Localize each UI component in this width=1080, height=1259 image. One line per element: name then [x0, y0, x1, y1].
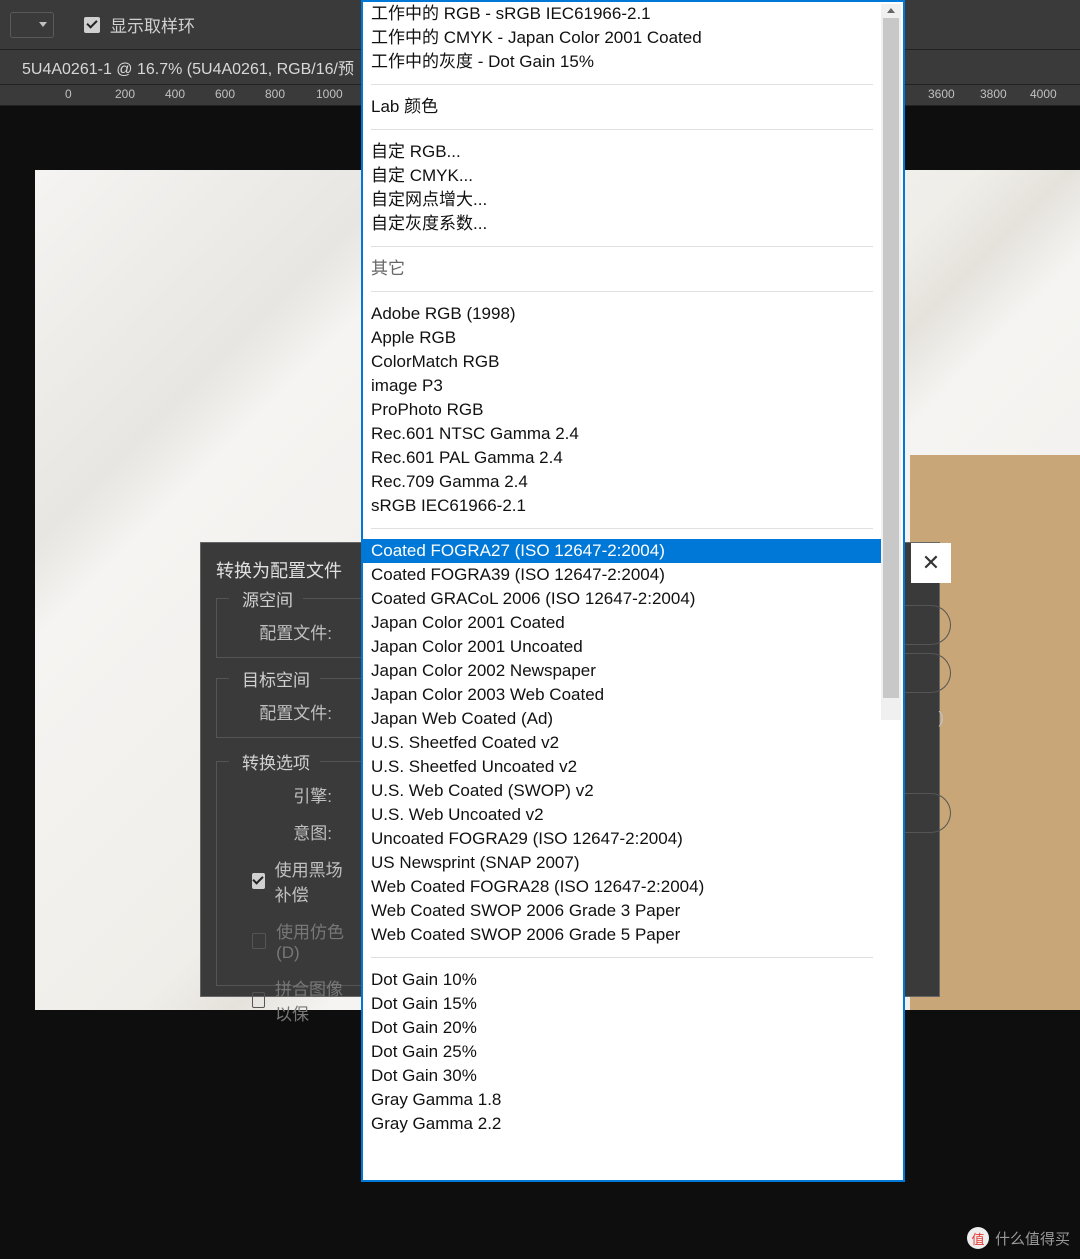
dropdown-item[interactable]: Japan Color 2001 Uncoated — [363, 635, 881, 659]
watermark-icon: 值 — [967, 1227, 989, 1249]
dropdown-item[interactable]: Rec.601 NTSC Gamma 2.4 — [363, 422, 881, 446]
dropdown-item[interactable]: US Newsprint (SNAP 2007) — [363, 851, 881, 875]
flatten-checkbox — [252, 992, 265, 1008]
close-icon: ✕ — [922, 550, 940, 576]
dropdown-item[interactable]: Uncoated FOGRA29 (ISO 12647-2:2004) — [363, 827, 881, 851]
dropdown-item[interactable]: 自定灰度系数... — [363, 212, 881, 236]
dropdown-item[interactable]: U.S. Sheetfed Coated v2 — [363, 731, 881, 755]
dialog-button-3[interactable] — [901, 793, 951, 833]
dropdown-item[interactable]: Japan Color 2001 Coated — [363, 611, 881, 635]
dropdown-item[interactable]: Dot Gain 20% — [363, 1016, 881, 1040]
dialog-button-2[interactable] — [901, 653, 951, 693]
dropdown-item[interactable]: Rec.601 PAL Gamma 2.4 — [363, 446, 881, 470]
dropdown-item[interactable]: Japan Color 2002 Newspaper — [363, 659, 881, 683]
dropdown-item[interactable]: Adobe RGB (1998) — [363, 302, 881, 326]
dropdown-item[interactable]: Gray Gamma 2.2 — [363, 1112, 881, 1136]
dropdown-item[interactable]: Japan Color 2003 Web Coated — [363, 683, 881, 707]
dialog-button-1[interactable] — [901, 605, 951, 645]
dropdown-item[interactable]: Coated FOGRA39 (ISO 12647-2:2004) — [363, 563, 881, 587]
dropdown-item[interactable]: 自定 RGB... — [363, 140, 881, 164]
dither-checkbox — [252, 933, 266, 949]
ruler-tick: 800 — [265, 87, 285, 101]
blackpoint-checkbox[interactable] — [252, 873, 265, 889]
engine-label: 引擎: — [237, 782, 332, 807]
dropdown-item[interactable]: U.S. Web Coated (SWOP) v2 — [363, 779, 881, 803]
ruler-tick: 4000 — [1030, 87, 1057, 101]
engine-suffix: ) — [938, 708, 944, 728]
show-sample-ring-checkbox[interactable] — [84, 17, 100, 33]
dropdown-separator — [371, 84, 873, 85]
dropdown-item[interactable]: sRGB IEC61966-2.1 — [363, 494, 881, 518]
ruler-tick: 200 — [115, 87, 135, 101]
dropdown-item[interactable]: Dot Gain 10% — [363, 968, 881, 992]
dropdown-item[interactable]: Web Coated SWOP 2006 Grade 3 Paper — [363, 899, 881, 923]
dropdown-separator — [371, 129, 873, 130]
dropdown-item[interactable]: Web Coated FOGRA28 (ISO 12647-2:2004) — [363, 875, 881, 899]
flatten-label: 拼合图像以保 — [275, 975, 355, 1025]
scrollbar-thumb[interactable] — [883, 18, 899, 698]
dropdown-separator — [371, 291, 873, 292]
dropdown-item[interactable]: ColorMatch RGB — [363, 350, 881, 374]
ruler-tick: 400 — [165, 87, 185, 101]
profile-dropdown[interactable]: 工作中的 RGB - sRGB IEC61966-2.1工作中的 CMYK - … — [361, 0, 905, 1182]
dropdown-item[interactable]: Web Coated SWOP 2006 Grade 5 Paper — [363, 923, 881, 947]
dropdown-item[interactable]: Coated GRACoL 2006 (ISO 12647-2:2004) — [363, 587, 881, 611]
source-space-label: 源空间 — [232, 586, 303, 611]
dropdown-separator — [371, 528, 873, 529]
dropdown-separator — [371, 246, 873, 247]
dropdown-item[interactable]: U.S. Web Uncoated v2 — [363, 803, 881, 827]
dropdown-item[interactable]: ProPhoto RGB — [363, 398, 881, 422]
ruler-tick: 600 — [215, 87, 235, 101]
dropdown-item[interactable]: 工作中的 CMYK - Japan Color 2001 Coated — [363, 26, 881, 50]
ruler-tick: 3800 — [980, 87, 1007, 101]
dropdown-item[interactable]: Japan Web Coated (Ad) — [363, 707, 881, 731]
dropdown-item[interactable]: Dot Gain 15% — [363, 992, 881, 1016]
dropdown-item[interactable]: Dot Gain 25% — [363, 1040, 881, 1064]
target-space-label: 目标空间 — [232, 666, 320, 691]
show-sample-ring-label: 显示取样环 — [110, 12, 195, 37]
dropdown-item[interactable]: Lab 颜色 — [363, 95, 881, 119]
toolbar-dropdown[interactable] — [10, 12, 54, 38]
close-button[interactable]: ✕ — [911, 543, 951, 583]
dither-label: 使用仿色(D) — [276, 918, 355, 963]
profile-label: 配置文件: — [237, 619, 332, 644]
dropdown-item[interactable]: 工作中的 RGB - sRGB IEC61966-2.1 — [363, 2, 881, 26]
dropdown-item[interactable]: 自定 CMYK... — [363, 164, 881, 188]
ruler-tick: 1000 — [316, 87, 343, 101]
dropdown-separator — [371, 957, 873, 958]
dropdown-item[interactable]: image P3 — [363, 374, 881, 398]
ruler-tick: 0 — [65, 87, 72, 101]
blackpoint-label: 使用黑场补偿 — [275, 856, 355, 906]
dropdown-item[interactable]: Apple RGB — [363, 326, 881, 350]
convert-options-label: 转换选项 — [232, 749, 320, 774]
watermark-text: 什么值得买 — [995, 1228, 1070, 1249]
dropdown-item[interactable]: Gray Gamma 1.8 — [363, 1088, 881, 1112]
watermark: 值 什么值得买 — [967, 1227, 1070, 1249]
profile-label-2: 配置文件: — [237, 699, 332, 724]
dropdown-item[interactable]: 自定网点增大... — [363, 188, 881, 212]
dialog-title: 转换为配置文件 — [216, 557, 342, 583]
intent-label: 意图: — [237, 819, 332, 844]
dropdown-item[interactable]: Coated FOGRA27 (ISO 12647-2:2004) — [363, 539, 881, 563]
dropdown-item[interactable]: Rec.709 Gamma 2.4 — [363, 470, 881, 494]
dropdown-header: 其它 — [363, 257, 881, 281]
dropdown-item[interactable]: 工作中的灰度 - Dot Gain 15% — [363, 50, 881, 74]
dropdown-item[interactable]: U.S. Sheetfed Uncoated v2 — [363, 755, 881, 779]
document-tab[interactable]: 5U4A0261-1 @ 16.7% (5U4A0261, RGB/16/预 — [22, 50, 354, 84]
dropdown-item[interactable]: Dot Gain 30% — [363, 1064, 881, 1088]
ruler-tick: 3600 — [928, 87, 955, 101]
dropdown-scrollbar[interactable] — [881, 4, 901, 720]
